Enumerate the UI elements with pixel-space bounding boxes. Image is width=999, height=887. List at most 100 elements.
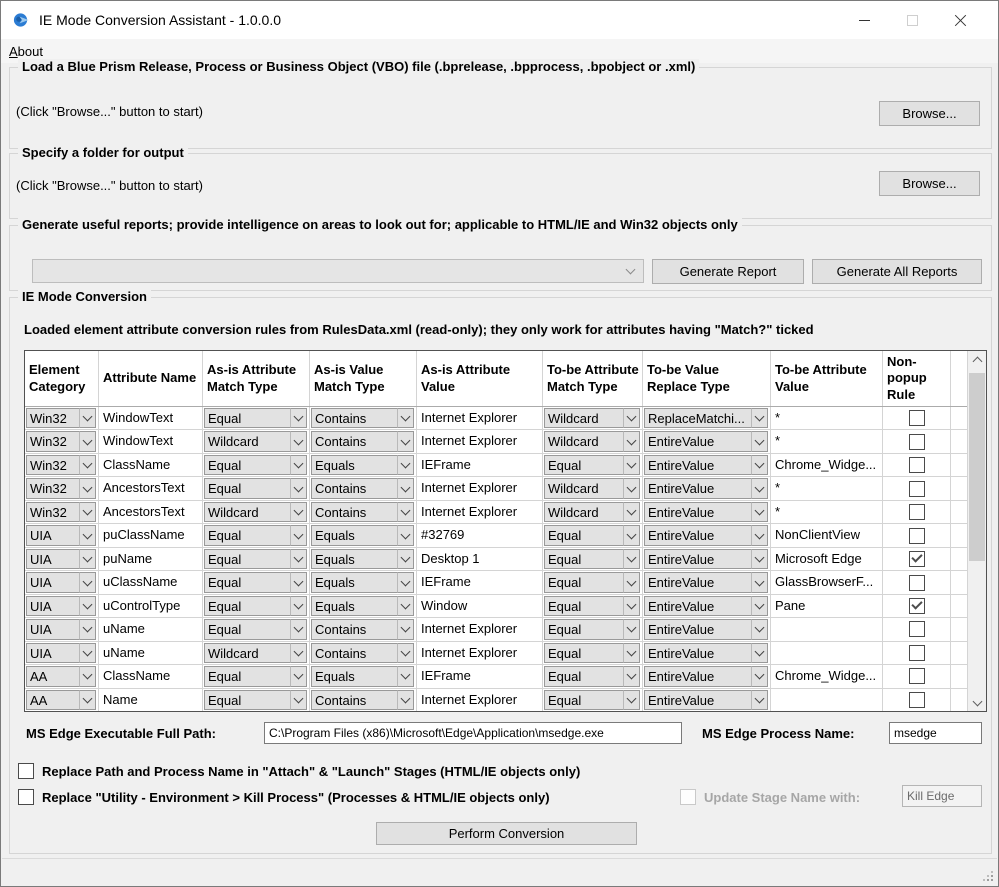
grid-select-tobe-attribute-match-type[interactable]: Wildcard bbox=[543, 407, 643, 429]
grid-select-asis-value-match-type[interactable]: Contains bbox=[310, 407, 417, 429]
grid-select-asis-value-match-type[interactable]: Contains bbox=[310, 689, 417, 711]
grid-select-asis-value-match-type[interactable]: Contains bbox=[310, 618, 417, 640]
grid-cell-asis-attribute-value[interactable]: Internet Explorer bbox=[417, 477, 543, 499]
nonpopup-rule-checkbox[interactable] bbox=[909, 481, 925, 497]
grid-select-tobe-attribute-match-type[interactable]: Wildcard bbox=[543, 477, 643, 499]
grid-select-asis-value-match-type[interactable]: Equals bbox=[310, 548, 417, 570]
grid-cell-asis-attribute-value[interactable]: Internet Explorer bbox=[417, 642, 543, 664]
grid-cell-tobe-attribute-value[interactable] bbox=[771, 618, 883, 640]
grid-select-tobe-attribute-match-type[interactable]: Equal bbox=[543, 548, 643, 570]
grid-select-tobe-value-replace-type[interactable]: EntireValue bbox=[643, 430, 771, 452]
grid-cell-attribute-name[interactable]: puName bbox=[99, 548, 203, 570]
grid-cell-attribute-name[interactable]: ClassName bbox=[99, 665, 203, 687]
grid-select-tobe-attribute-match-type[interactable]: Equal bbox=[543, 618, 643, 640]
minimize-button[interactable] bbox=[840, 1, 888, 39]
grid-select-tobe-attribute-match-type[interactable]: Equal bbox=[543, 454, 643, 476]
grid-select-element-category[interactable]: Win32 bbox=[25, 407, 99, 429]
grid-cell-tobe-attribute-value[interactable]: * bbox=[771, 501, 883, 523]
grid-select-asis-value-match-type[interactable]: Equals bbox=[310, 571, 417, 593]
grid-select-asis-value-match-type[interactable]: Contains bbox=[310, 642, 417, 664]
grid-select-asis-attribute-match-type[interactable]: Equal bbox=[203, 407, 310, 429]
grid-cell-tobe-attribute-value[interactable]: Pane bbox=[771, 595, 883, 617]
column-header-nonpopup-rule[interactable]: Non-popup Rule bbox=[883, 351, 951, 406]
grid-select-tobe-value-replace-type[interactable]: EntireValue bbox=[643, 454, 771, 476]
nonpopup-rule-checkbox[interactable] bbox=[909, 528, 925, 544]
grid-cell-asis-attribute-value[interactable]: Internet Explorer bbox=[417, 689, 543, 711]
scroll-thumb[interactable] bbox=[969, 373, 985, 561]
browse-file-button[interactable]: Browse... bbox=[879, 101, 980, 126]
column-header-asis-attribute-match-type[interactable]: As-is Attribute Match Type bbox=[203, 351, 310, 406]
checkbox-replace-attach[interactable]: Replace Path and Process Name in "Attach… bbox=[18, 763, 580, 779]
grid-select-asis-attribute-match-type[interactable]: Equal bbox=[203, 571, 310, 593]
column-header-tobe-attribute-value[interactable]: To-be Attribute Value bbox=[771, 351, 883, 406]
grid-cell-attribute-name[interactable]: WindowText bbox=[99, 430, 203, 452]
grid-cell-asis-attribute-value[interactable]: IEFrame bbox=[417, 571, 543, 593]
grid-select-asis-value-match-type[interactable]: Equals bbox=[310, 454, 417, 476]
grid-select-element-category[interactable]: UIA bbox=[25, 642, 99, 664]
grid-cell-attribute-name[interactable]: uControlType bbox=[99, 595, 203, 617]
grid-cell-tobe-attribute-value[interactable]: GlassBrowserF... bbox=[771, 571, 883, 593]
grid-select-tobe-attribute-match-type[interactable]: Equal bbox=[543, 642, 643, 664]
nonpopup-rule-checkbox[interactable] bbox=[909, 668, 925, 684]
grid-cell-tobe-attribute-value[interactable] bbox=[771, 642, 883, 664]
generate-all-reports-button[interactable]: Generate All Reports bbox=[812, 259, 982, 284]
grid-select-tobe-attribute-match-type[interactable]: Equal bbox=[543, 595, 643, 617]
close-button[interactable] bbox=[936, 1, 984, 39]
scroll-down-button[interactable] bbox=[968, 694, 986, 711]
nonpopup-rule-checkbox[interactable] bbox=[909, 645, 925, 661]
grid-cell-attribute-name[interactable]: puClassName bbox=[99, 524, 203, 546]
grid-select-element-category[interactable]: Win32 bbox=[25, 454, 99, 476]
scroll-up-button[interactable] bbox=[968, 351, 986, 368]
generate-report-button[interactable]: Generate Report bbox=[652, 259, 804, 284]
edge-path-input[interactable] bbox=[264, 722, 682, 744]
column-header-element-category[interactable]: Element Category bbox=[25, 351, 99, 406]
grid-select-element-category[interactable]: AA bbox=[25, 689, 99, 711]
grid-cell-attribute-name[interactable]: AncestorsText bbox=[99, 477, 203, 499]
nonpopup-rule-checkbox[interactable] bbox=[909, 692, 925, 708]
grid-cell-attribute-name[interactable]: WindowText bbox=[99, 407, 203, 429]
grid-cell-attribute-name[interactable]: uName bbox=[99, 642, 203, 664]
grid-cell-tobe-attribute-value[interactable]: * bbox=[771, 430, 883, 452]
process-name-input[interactable] bbox=[889, 722, 982, 744]
grid-select-asis-attribute-match-type[interactable]: Equal bbox=[203, 595, 310, 617]
checkbox-icon[interactable] bbox=[18, 763, 34, 779]
grid-select-element-category[interactable]: UIA bbox=[25, 571, 99, 593]
column-header-asis-value-match-type[interactable]: As-is Value Match Type bbox=[310, 351, 417, 406]
grid-select-element-category[interactable]: Win32 bbox=[25, 430, 99, 452]
grid-cell-tobe-attribute-value[interactable]: * bbox=[771, 477, 883, 499]
grid-select-element-category[interactable]: Win32 bbox=[25, 501, 99, 523]
grid-select-element-category[interactable]: AA bbox=[25, 665, 99, 687]
grid-cell-tobe-attribute-value[interactable]: Chrome_Widge... bbox=[771, 665, 883, 687]
grid-select-tobe-value-replace-type[interactable]: EntireValue bbox=[643, 524, 771, 546]
grid-select-asis-attribute-match-type[interactable]: Equal bbox=[203, 524, 310, 546]
grid-select-tobe-attribute-match-type[interactable]: Equal bbox=[543, 689, 643, 711]
grid-select-element-category[interactable]: UIA bbox=[25, 548, 99, 570]
grid-select-tobe-value-replace-type[interactable]: EntireValue bbox=[643, 689, 771, 711]
column-header-tobe-value-replace-type[interactable]: To-be Value Replace Type bbox=[643, 351, 771, 406]
grid-select-asis-attribute-match-type[interactable]: Equal bbox=[203, 665, 310, 687]
grid-select-asis-value-match-type[interactable]: Equals bbox=[310, 595, 417, 617]
grid-cell-asis-attribute-value[interactable]: IEFrame bbox=[417, 454, 543, 476]
grid-cell-asis-attribute-value[interactable]: Internet Explorer bbox=[417, 407, 543, 429]
grid-select-tobe-value-replace-type[interactable]: EntireValue bbox=[643, 642, 771, 664]
resize-grip[interactable] bbox=[982, 870, 994, 882]
grid-select-asis-value-match-type[interactable]: Equals bbox=[310, 665, 417, 687]
grid-select-tobe-attribute-match-type[interactable]: Equal bbox=[543, 524, 643, 546]
grid-vscrollbar[interactable] bbox=[967, 351, 986, 711]
nonpopup-rule-checkbox[interactable] bbox=[909, 410, 925, 426]
grid-select-asis-attribute-match-type[interactable]: Equal bbox=[203, 618, 310, 640]
column-header-asis-attribute-value[interactable]: As-is Attribute Value bbox=[417, 351, 543, 406]
nonpopup-rule-checkbox[interactable] bbox=[909, 457, 925, 473]
grid-select-asis-value-match-type[interactable]: Contains bbox=[310, 501, 417, 523]
nonpopup-rule-checkbox[interactable] bbox=[909, 504, 925, 520]
grid-select-asis-value-match-type[interactable]: Equals bbox=[310, 524, 417, 546]
grid-select-asis-attribute-match-type[interactable]: Wildcard bbox=[203, 642, 310, 664]
grid-cell-asis-attribute-value[interactable]: Internet Explorer bbox=[417, 618, 543, 640]
grid-cell-attribute-name[interactable]: ClassName bbox=[99, 454, 203, 476]
grid-cell-tobe-attribute-value[interactable]: Chrome_Widge... bbox=[771, 454, 883, 476]
grid-select-tobe-value-replace-type[interactable]: EntireValue bbox=[643, 477, 771, 499]
grid-select-tobe-value-replace-type[interactable]: EntireValue bbox=[643, 501, 771, 523]
grid-select-tobe-value-replace-type[interactable]: EntireValue bbox=[643, 595, 771, 617]
grid-select-asis-value-match-type[interactable]: Contains bbox=[310, 430, 417, 452]
nonpopup-rule-checkbox[interactable] bbox=[909, 551, 925, 567]
